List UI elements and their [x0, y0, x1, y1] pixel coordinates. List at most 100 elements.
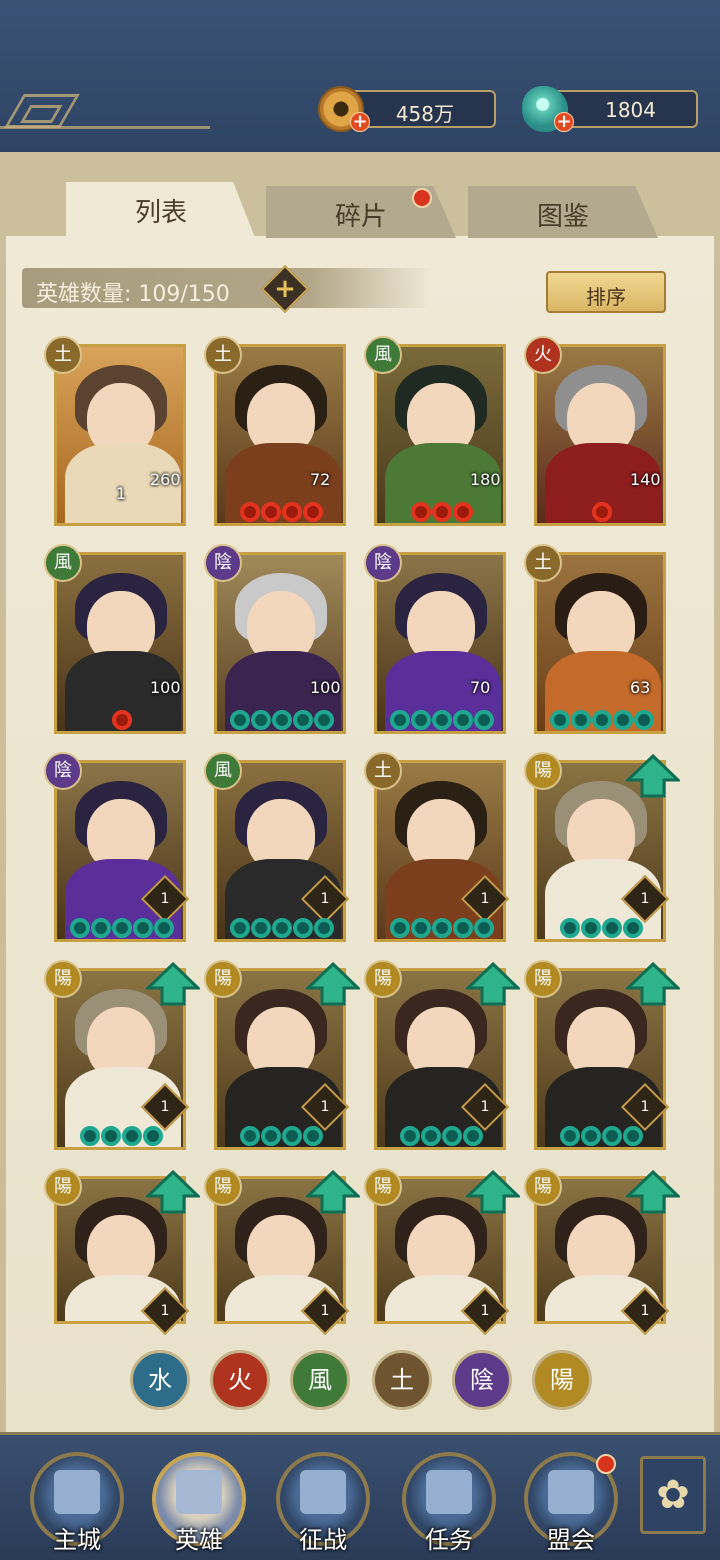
hero-card[interactable] [214, 344, 346, 526]
rank-star-icon [303, 1126, 323, 1146]
nav-main-city-icon [54, 1470, 100, 1514]
element-badge-icon: 陰 [364, 544, 402, 582]
element-badge-icon: 陽 [44, 1168, 82, 1206]
jade-amount: 1804 [605, 98, 656, 122]
rank-star-icon [230, 918, 250, 938]
element-filter-button[interactable]: 風 [290, 1350, 350, 1410]
hero-card[interactable] [534, 552, 666, 734]
nav-quests-icon [426, 1470, 472, 1514]
element-filter-button[interactable]: 陰 [452, 1350, 512, 1410]
hero-level: 72 [310, 470, 331, 489]
tab-handbook[interactable]: 图鉴 [468, 186, 658, 238]
notification-dot-icon [412, 188, 432, 208]
nav-guild-icon [548, 1470, 594, 1514]
element-badge-icon: 風 [204, 752, 242, 790]
rank-star-icon [634, 710, 654, 730]
rank-star-icon [432, 502, 452, 522]
decorative-pattern-icon [4, 94, 80, 128]
element-badge-icon: 陰 [204, 544, 242, 582]
hero-rank-stars [390, 918, 494, 940]
rank-star-icon [602, 918, 622, 938]
tab-list[interactable]: 列表 [66, 182, 256, 240]
element-badge-icon: 陽 [204, 960, 242, 998]
element-filter-button[interactable]: 水 [130, 1350, 190, 1410]
hero-card[interactable] [534, 344, 666, 526]
hero-level: 100 [150, 678, 181, 697]
nav-guild-label: 盟会 [547, 1526, 595, 1554]
element-badge-icon: 火 [524, 336, 562, 374]
rank-star-icon [112, 918, 132, 938]
element-badge-icon: 陽 [44, 960, 82, 998]
element-badge-icon: 陰 [44, 752, 82, 790]
element-badge-icon: 土 [364, 752, 402, 790]
hero-rank-stars [592, 502, 612, 524]
element-badge-icon: 風 [364, 336, 402, 374]
element-badge-icon: 陽 [524, 1168, 562, 1206]
hero-card[interactable] [54, 552, 186, 734]
nav-battle-label: 征战 [299, 1526, 347, 1554]
hero-level: 180 [470, 470, 501, 489]
plus-icon: + [274, 274, 296, 304]
element-filter-button[interactable]: 火 [210, 1350, 270, 1410]
hero-card[interactable] [374, 344, 506, 526]
rank-star-icon [390, 918, 410, 938]
hero-rank-stars [230, 710, 334, 732]
rank-star-icon [303, 502, 323, 522]
rank-star-icon [282, 502, 302, 522]
hero-card[interactable] [214, 552, 346, 734]
hero-rank-stars [560, 918, 643, 940]
rank-star-icon [623, 918, 643, 938]
element-filter-button[interactable]: 土 [372, 1350, 432, 1410]
sort-button[interactable]: 排序 [546, 271, 666, 313]
upgrade-arrow-icon [624, 1169, 682, 1214]
rank-star-icon [293, 918, 313, 938]
hero-level: 1 [480, 1303, 490, 1319]
hero-rank-stars [411, 502, 473, 524]
hero-level: 70 [470, 678, 491, 697]
rank-star-icon [474, 710, 494, 730]
add-jade-button[interactable]: + [554, 112, 574, 132]
rank-star-icon [112, 710, 132, 730]
hero-level: 260 [150, 470, 181, 489]
hero-rank-stars [400, 1126, 483, 1148]
hero-star-count: 1 [116, 484, 127, 503]
hero-level: 1 [320, 1303, 330, 1319]
element-badge-icon: 土 [524, 544, 562, 582]
decorative-line [0, 126, 210, 129]
rank-star-icon [261, 502, 281, 522]
element-badge-icon: 陽 [524, 752, 562, 790]
rank-star-icon [432, 918, 452, 938]
element-badge-icon: 陽 [204, 1168, 242, 1206]
rank-star-icon [314, 710, 334, 730]
rank-star-icon [453, 710, 473, 730]
rank-star-icon [251, 710, 271, 730]
more-menu-button[interactable]: ✿ [640, 1456, 706, 1534]
rank-star-icon [560, 1126, 580, 1146]
rank-star-icon [272, 918, 292, 938]
hero-rank-stars [70, 918, 174, 940]
rank-star-icon [623, 1126, 643, 1146]
rank-star-icon [432, 710, 452, 730]
hero-level: 1 [640, 891, 650, 907]
nav-heroes-label: 英雄 [175, 1526, 223, 1554]
add-coins-button[interactable]: + [350, 112, 370, 132]
rank-star-icon [282, 1126, 302, 1146]
rank-star-icon [411, 502, 431, 522]
upgrade-arrow-icon [624, 753, 682, 798]
rank-star-icon [400, 1126, 420, 1146]
hero-rank-stars [230, 918, 334, 940]
rank-star-icon [91, 918, 111, 938]
hero-card[interactable] [374, 552, 506, 734]
rank-star-icon [272, 710, 292, 730]
rank-star-icon [421, 1126, 441, 1146]
rank-star-icon [474, 918, 494, 938]
rank-star-icon [80, 1126, 100, 1146]
hero-level: 63 [630, 678, 651, 697]
element-filter-button[interactable]: 陽 [532, 1350, 592, 1410]
element-badge-icon: 風 [44, 544, 82, 582]
rank-star-icon [230, 710, 250, 730]
hero-level: 100 [310, 678, 341, 697]
rank-star-icon [314, 918, 334, 938]
hero-level: 1 [320, 1099, 330, 1115]
rank-star-icon [463, 1126, 483, 1146]
